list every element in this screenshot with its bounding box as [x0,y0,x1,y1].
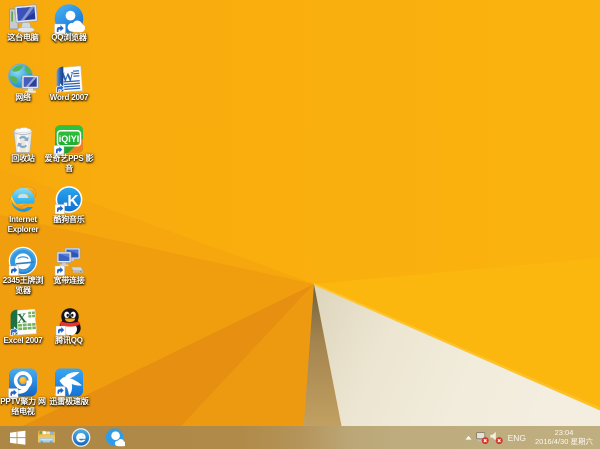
svg-text:iQIYI: iQIYI [59,134,80,144]
svg-text:X: X [16,310,27,326]
svg-text:K: K [67,193,79,210]
